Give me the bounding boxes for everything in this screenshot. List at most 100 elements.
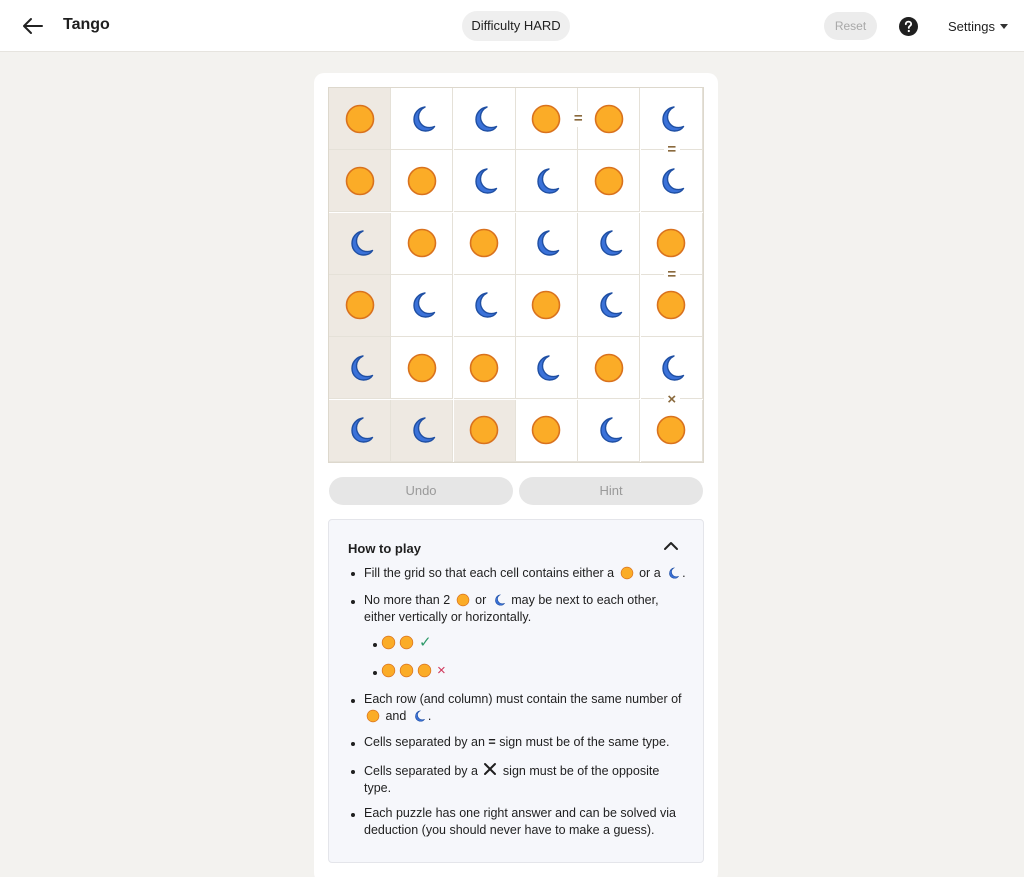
reset-button[interactable]: Reset <box>824 12 877 40</box>
example-invalid: × <box>381 661 446 679</box>
chevron-up-icon <box>664 542 678 550</box>
cross-sign-icon <box>484 763 497 775</box>
board-cell[interactable] <box>640 399 703 462</box>
difficulty-badge[interactable]: Difficulty HARD <box>462 11 570 41</box>
how-to-play-panel: How to play Fill the grid so that each c… <box>328 519 704 863</box>
sun-icon <box>345 166 374 196</box>
rule-fill-grid: Fill the grid so that each cell contains… <box>364 566 686 580</box>
how-to-play-title: How to play <box>348 541 421 556</box>
moon-icon <box>600 230 623 256</box>
moon-icon <box>475 292 498 319</box>
board-cell[interactable] <box>515 212 578 275</box>
board-cell[interactable] <box>391 88 454 150</box>
rule-balanced-count: Each row (and column) must contain the s… <box>364 692 682 723</box>
bullet <box>351 572 355 576</box>
check-icon: ✓ <box>419 634 432 651</box>
bullet <box>351 742 355 746</box>
board-cell[interactable] <box>578 212 641 275</box>
board-cell[interactable] <box>391 274 454 337</box>
sun-icon <box>532 291 561 320</box>
sun-icon <box>407 228 437 258</box>
board-cell <box>329 337 391 400</box>
moon-icon <box>475 105 498 132</box>
board-cell[interactable] <box>640 150 703 213</box>
moon-icon <box>475 168 498 194</box>
board-cell[interactable] <box>640 337 703 400</box>
equal-constraint: = <box>663 266 680 283</box>
rule-one-answer: Each puzzle has one right answer and can… <box>364 806 676 837</box>
question-circle-icon <box>899 17 918 36</box>
moon-icon <box>413 292 436 319</box>
sun-icon <box>656 228 686 258</box>
board-cell[interactable] <box>578 88 641 150</box>
caret-down-icon[interactable] <box>1000 24 1008 29</box>
moon-icon <box>350 355 373 381</box>
sun-icon <box>594 104 624 133</box>
board-cell[interactable] <box>453 274 516 337</box>
board-cell <box>329 150 391 213</box>
hint-button[interactable]: Hint <box>519 477 703 505</box>
example-valid: ✓ <box>381 634 432 651</box>
board-cell[interactable] <box>515 337 578 400</box>
board-cell[interactable] <box>515 399 578 462</box>
board-cell[interactable] <box>515 274 578 337</box>
top-bar: Tango Difficulty HARD Reset Settings <box>0 0 1024 52</box>
moon-icon <box>662 168 685 194</box>
sun-icon <box>399 635 414 649</box>
sun-icon <box>399 663 414 677</box>
collapse-button[interactable] <box>663 539 679 553</box>
sun-icon <box>620 566 633 580</box>
bullet <box>351 699 355 703</box>
moon-icon <box>537 230 560 256</box>
board-cell[interactable] <box>578 399 641 462</box>
moon-icon <box>537 168 560 194</box>
board-cell[interactable] <box>453 150 516 213</box>
board-cell <box>329 88 391 150</box>
board-cell[interactable] <box>453 88 516 150</box>
sun-icon <box>532 415 561 445</box>
sun-icon <box>469 353 499 383</box>
board-cell[interactable] <box>515 88 578 150</box>
board-cell[interactable] <box>453 212 516 275</box>
sun-icon <box>417 663 432 677</box>
moon-icon <box>494 594 505 606</box>
sun-icon <box>345 104 374 133</box>
moon-icon <box>413 105 436 132</box>
sun-icon <box>366 709 380 723</box>
board-cell[interactable] <box>578 150 641 213</box>
cross-icon: × <box>437 661 446 679</box>
sun-icon <box>381 635 396 649</box>
arrow-left-icon <box>23 18 43 34</box>
bullet <box>351 600 355 604</box>
board-cell[interactable] <box>578 274 641 337</box>
settings-button[interactable]: Settings <box>948 19 995 34</box>
game-title: Tango <box>63 16 110 33</box>
sun-icon <box>407 353 437 383</box>
moon-icon <box>350 417 373 443</box>
bullet <box>373 671 377 675</box>
moon-icon <box>537 355 560 381</box>
board-cell[interactable] <box>578 337 641 400</box>
undo-button[interactable]: Undo <box>329 477 513 505</box>
sun-icon <box>532 104 561 133</box>
moon-icon <box>600 292 623 319</box>
sun-icon <box>594 166 624 196</box>
puzzle-board: = = = × <box>328 87 704 463</box>
moon-icon <box>350 230 373 256</box>
board-cell[interactable] <box>391 212 454 275</box>
moon-icon <box>662 105 685 132</box>
board-cell[interactable] <box>453 337 516 400</box>
board-cell <box>329 212 391 275</box>
board-cell[interactable] <box>391 337 454 400</box>
board-cell[interactable] <box>391 150 454 213</box>
board-cell <box>329 399 391 462</box>
board-cell[interactable] <box>640 274 703 337</box>
equal-sign-icon: = <box>488 735 496 749</box>
board-cell[interactable] <box>515 150 578 213</box>
back-button[interactable] <box>20 14 46 38</box>
help-button[interactable] <box>899 17 918 36</box>
rule-cross-sign: Cells separated by a sign must be of the… <box>364 763 660 795</box>
equal-constraint: = <box>570 111 587 128</box>
sun-icon <box>381 663 396 677</box>
bullet <box>373 643 377 647</box>
